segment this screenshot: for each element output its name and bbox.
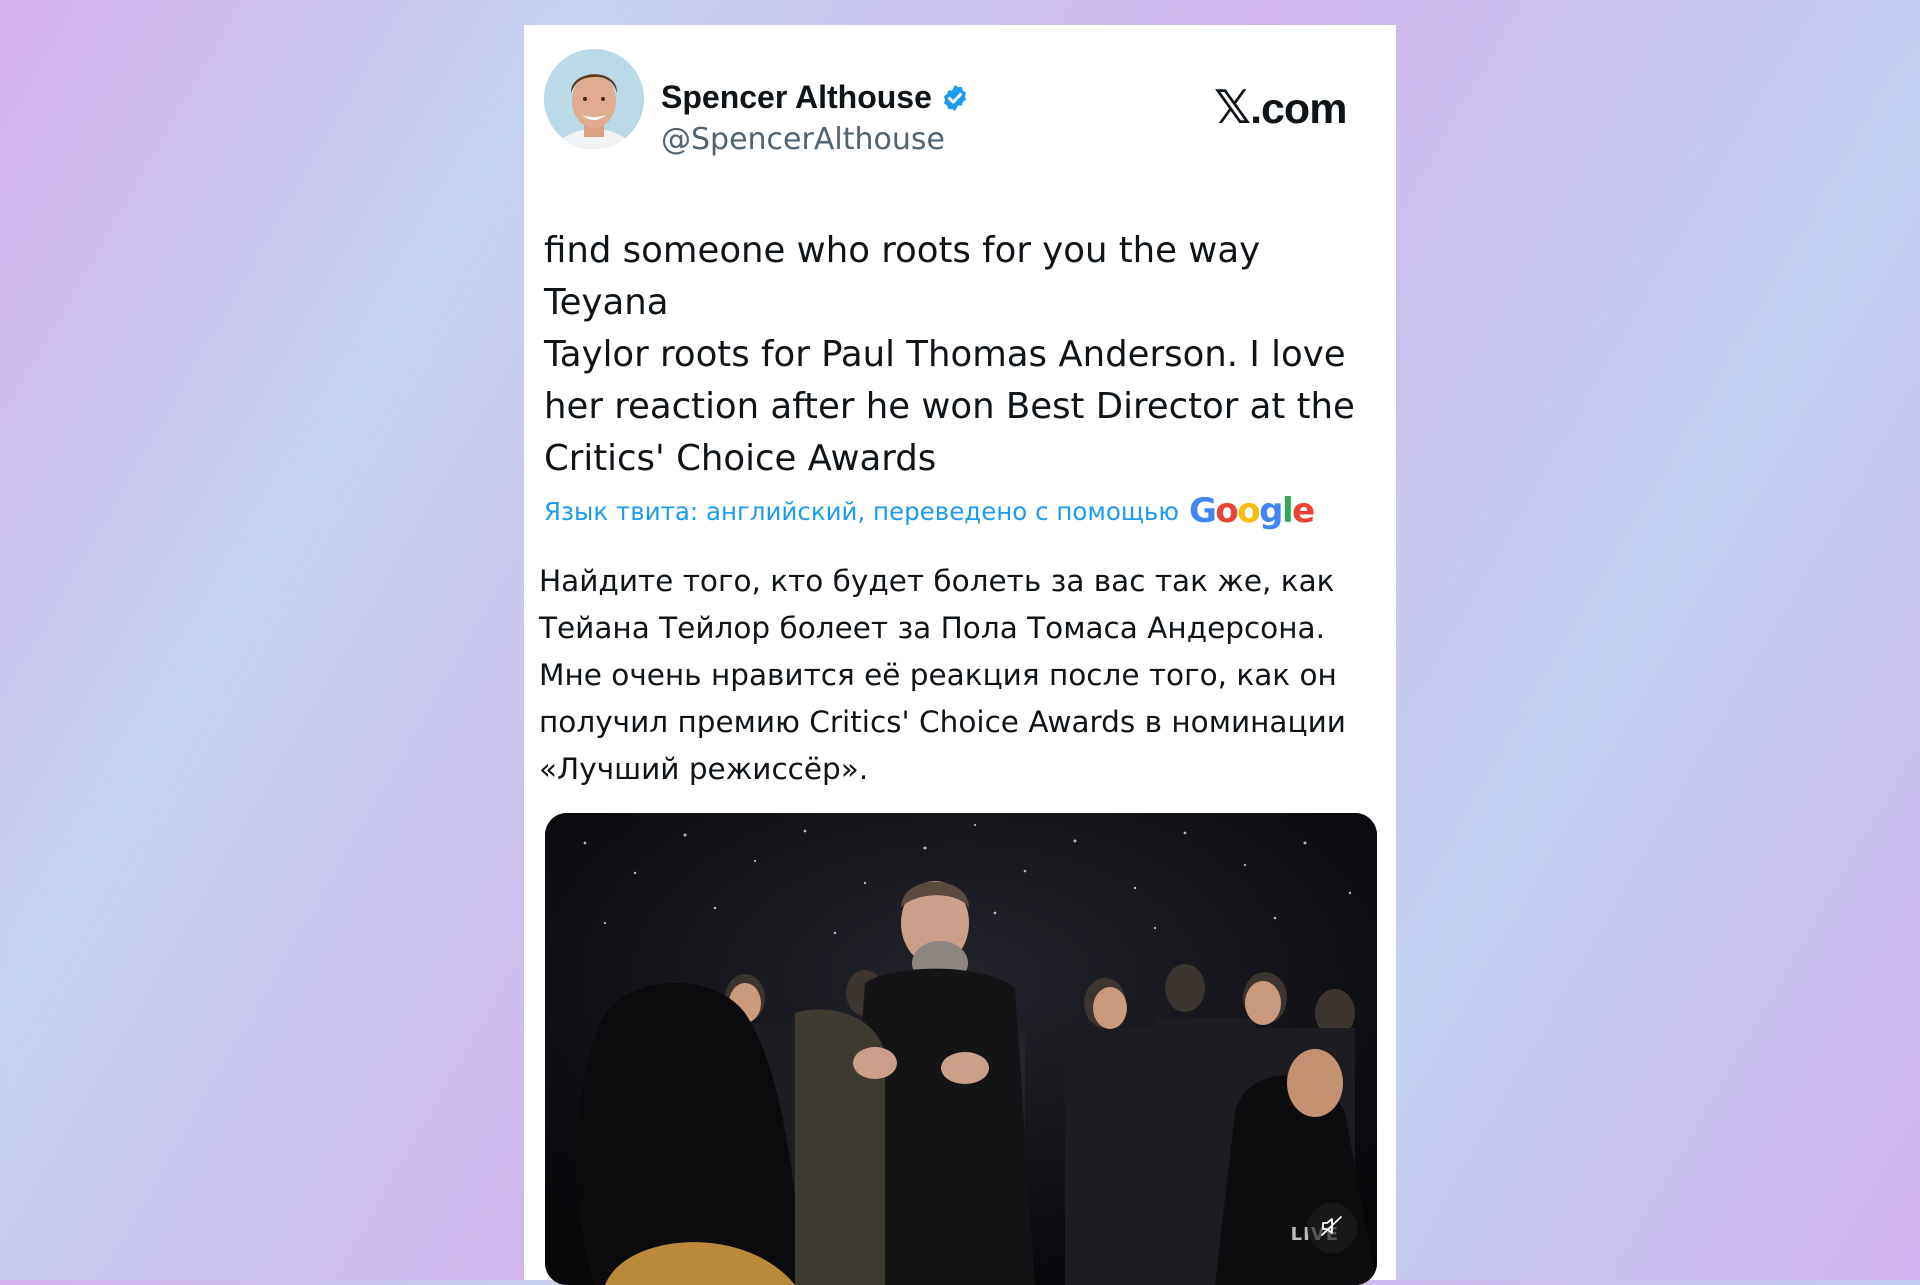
tweet-video[interactable]: LIVE (545, 813, 1377, 1285)
google-letter: e (1292, 491, 1315, 531)
x-logo-suffix: .com (1250, 85, 1347, 133)
google-letter: o (1215, 491, 1238, 531)
translation-attribution[interactable]: Язык твита: английский, переведено с пом… (544, 491, 1315, 531)
google-letter: l (1281, 491, 1294, 531)
tweet-text-line: Taylor roots for Paul Thomas Anderson. I… (544, 334, 1346, 375)
author-name-row: Spencer Althouse (661, 79, 970, 116)
author-handle[interactable]: @SpencerAlthouse (661, 122, 945, 157)
google-logo: Google (1188, 491, 1315, 531)
x-logo: 𝕏 .com (1214, 80, 1347, 134)
avatar[interactable] (544, 49, 644, 149)
author-display-name[interactable]: Spencer Althouse (661, 79, 932, 116)
tweet-text-line: find someone who roots for you the way T… (544, 230, 1261, 323)
translated-text-line: получил премию Critics' Choice Awards в … (539, 705, 1346, 739)
tweet-text-line: her reaction after he won Best Director … (544, 386, 1355, 427)
verified-badge-icon (940, 83, 970, 113)
translated-tweet-text: Найдите того, кто будет болеть за вас та… (539, 558, 1379, 793)
translated-text-line: Тейана Тейлор болеет за Пола Томаса Анде… (539, 611, 1325, 645)
translated-text-line: «Лучший режиссёр». (539, 752, 869, 786)
google-letter: G (1188, 491, 1217, 531)
tweet-card: Spencer Althouse @SpencerAlthouse 𝕏 .com… (524, 25, 1396, 1285)
avatar-photo (544, 49, 644, 149)
mute-toggle-button[interactable] (1307, 1203, 1357, 1253)
x-mark-icon: 𝕏 (1214, 80, 1251, 134)
tweet-text: find someone who roots for you the way T… (544, 225, 1380, 485)
google-letter: g (1259, 491, 1283, 531)
translated-text-line: Мне очень нравится её реакция после того… (539, 658, 1337, 692)
google-letter: o (1237, 491, 1260, 531)
video-frame (545, 813, 1377, 1285)
translated-text-line: Найдите того, кто будет болеть за вас та… (539, 564, 1335, 598)
translation-label[interactable]: Язык твита: английский, переведено с пом… (544, 497, 1179, 526)
speaker-muted-icon (1320, 1214, 1344, 1243)
tweet-text-line: Critics' Choice Awards (544, 438, 937, 479)
